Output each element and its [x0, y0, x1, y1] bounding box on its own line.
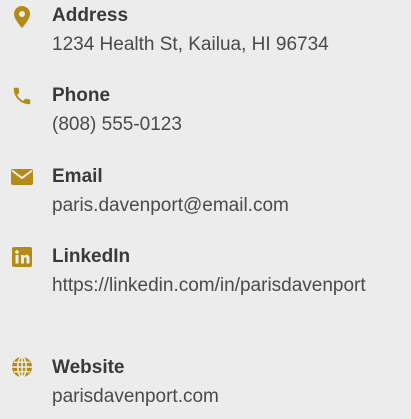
contact-item-linkedin: LinkedIn https://linkedin.com/in/parisda…: [0, 240, 411, 340]
phone-icon: [10, 84, 34, 108]
email-value: paris.davenport@email.com: [52, 195, 289, 216]
linkedin-value[interactable]: https://linkedin.com/in/parisdavenport: [52, 272, 404, 300]
contact-item-email: Email paris.davenport@email.com: [0, 160, 411, 230]
map-marker-icon: [10, 5, 34, 29]
website-label: Website: [52, 357, 125, 378]
linkedin-label: LinkedIn: [52, 246, 131, 267]
contact-item-address: Address 1234 Health St, Kailua, HI 96734: [0, 0, 411, 70]
linkedin-icon: [10, 245, 34, 269]
envelope-icon: [10, 165, 34, 189]
address-label: Address: [52, 5, 129, 26]
email-label: Email: [52, 166, 103, 187]
contact-item-phone: Phone (808) 555-0123: [0, 80, 411, 150]
contact-item-website: Website parisdavenport.com: [0, 350, 411, 419]
website-value[interactable]: parisdavenport.com: [52, 383, 404, 411]
phone-label: Phone: [52, 85, 111, 106]
globe-icon: [10, 355, 34, 379]
contact-list: Address 1234 Health St, Kailua, HI 96734…: [0, 0, 411, 419]
phone-value: (808) 555-0123: [52, 114, 182, 135]
address-value: 1234 Health St, Kailua, HI 96734: [52, 34, 329, 55]
